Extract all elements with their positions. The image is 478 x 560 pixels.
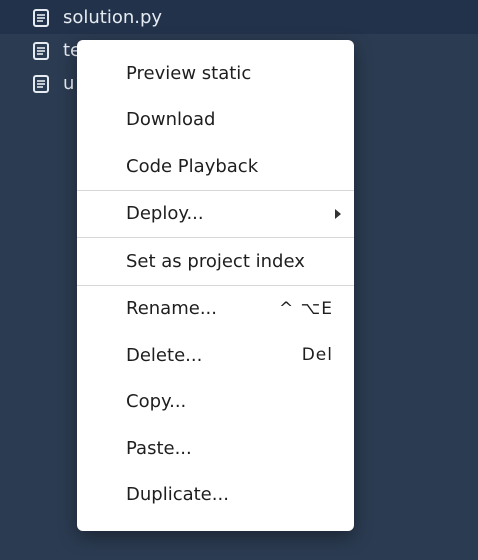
menu-item-set-as-project-index[interactable]: Set as project index — [77, 238, 354, 285]
file-tree-item-solution-py[interactable]: solution.py — [0, 1, 478, 34]
menu-item-label: Rename... — [126, 298, 217, 320]
menu-item-rename[interactable]: Rename... ^ ⌥E — [77, 286, 354, 333]
menu-item-deploy[interactable]: Deploy... — [77, 191, 354, 238]
context-menu: Preview static Download Code Playback De… — [77, 40, 354, 531]
menu-item-paste[interactable]: Paste... — [77, 425, 354, 472]
file-icon — [33, 74, 49, 93]
menu-item-duplicate[interactable]: Duplicate... — [77, 472, 354, 519]
file-tree-item[interactable] — [0, 0, 478, 1]
menu-item-preview-static[interactable]: Preview static — [77, 50, 354, 97]
menu-item-label: Deploy... — [126, 203, 204, 225]
shortcut-label: ^ ⌥E — [279, 298, 333, 319]
menu-item-label: Duplicate... — [126, 484, 229, 506]
file-name: u — [63, 73, 75, 94]
menu-item-label: Code Playback — [126, 155, 259, 177]
menu-item-label: Delete... — [126, 344, 203, 366]
menu-item-label: Download — [126, 109, 216, 131]
menu-item-label: Paste... — [126, 437, 192, 459]
menu-item-label: Preview static — [126, 62, 252, 84]
menu-item-delete[interactable]: Delete... Del — [77, 332, 354, 379]
menu-item-download[interactable]: Download — [77, 97, 354, 144]
file-name: solution.py — [63, 7, 163, 28]
menu-item-label: Set as project index — [126, 250, 305, 272]
menu-item-copy[interactable]: Copy... — [77, 379, 354, 426]
menu-item-label: Copy... — [126, 391, 187, 413]
chevron-right-icon — [335, 208, 341, 219]
file-icon — [33, 41, 49, 60]
menu-item-code-playback[interactable]: Code Playback — [77, 143, 354, 190]
file-icon — [33, 8, 49, 27]
shortcut-label: Del — [301, 345, 333, 366]
